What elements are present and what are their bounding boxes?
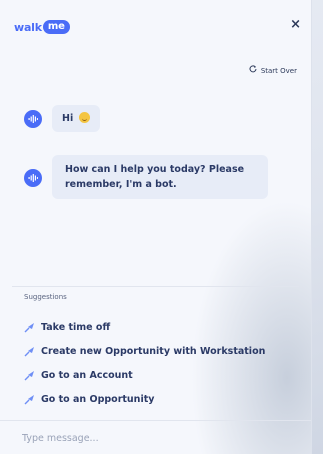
start-over-label: Start Over [260,66,297,75]
suggestion-label: Take time off [41,321,111,333]
refresh-icon [249,65,257,76]
message-bubble: How can I help you today? Please remembe… [52,155,268,199]
suggestion-go-to-account[interactable]: Go to an Account [24,363,265,387]
suggestion-create-opportunity[interactable]: Create new Opportunity with Workstation [24,339,265,363]
suggestions-title: Suggestions [24,293,67,301]
bot-avatar [24,110,42,128]
suggestion-arrow-icon [24,322,35,333]
suggestions-list: Take time off Create new Opportunity wit… [24,315,265,411]
suggestion-arrow-icon [24,394,35,405]
message-input-bar [0,420,311,454]
message-bubble: Hi [52,105,100,132]
suggestion-label: Go to an Opportunity [41,393,155,405]
message-text: Hi [62,113,74,124]
smile-emoji-icon [78,112,90,123]
bot-avatar [24,169,42,187]
suggestion-label: Go to an Account [41,369,133,381]
suggestion-take-time-off[interactable]: Take time off [24,315,265,339]
suggestion-arrow-icon [24,370,35,381]
logo-pill: me [42,20,70,34]
message-text: How can I help you today? Please remembe… [65,164,245,190]
bot-message: Hi [24,105,100,132]
suggestion-label: Create new Opportunity with Workstation [41,345,266,357]
bot-message: How can I help you today? Please remembe… [24,155,268,199]
bot-voice-icon [28,115,38,123]
suggestion-go-to-opportunity[interactable]: Go to an Opportunity [24,387,265,411]
close-button[interactable]: × [290,17,301,32]
walkme-logo: walk me [14,20,70,34]
suggestions-divider [12,286,299,287]
logo-text: walk [14,20,42,34]
start-over-button[interactable]: Start Over [249,65,297,76]
bot-voice-icon [28,174,38,182]
suggestion-arrow-icon [24,346,35,357]
message-input[interactable] [22,429,282,447]
chat-widget: walk me × Start Over Hi How can I help y… [0,0,312,454]
widget-header: walk me × [0,0,311,52]
